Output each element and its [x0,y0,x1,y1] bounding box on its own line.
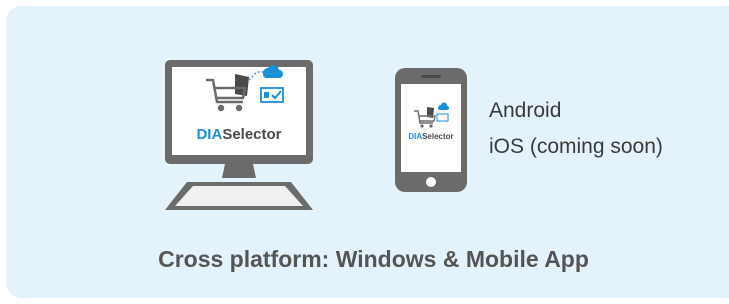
svg-text:DIASelector: DIASelector [196,126,281,143]
android-label: Android [489,99,562,122]
svg-text:DIASelector: DIASelector [408,132,453,141]
headline: Cross platform: Windows & Mobile App [158,246,589,272]
smartphone-icon: DIASelector [395,68,467,192]
logo-suffix: Selector [222,126,281,143]
feature-card: DIASelector DIASelector Android iOS (com… [6,6,729,298]
logo-prefix: DIA [408,132,422,141]
ios-label: iOS (coming soon) [489,135,663,158]
desktop-computer-icon: DIASelector [165,60,313,210]
logo-prefix: DIA [196,126,222,143]
logo-suffix: Selector [422,132,454,141]
